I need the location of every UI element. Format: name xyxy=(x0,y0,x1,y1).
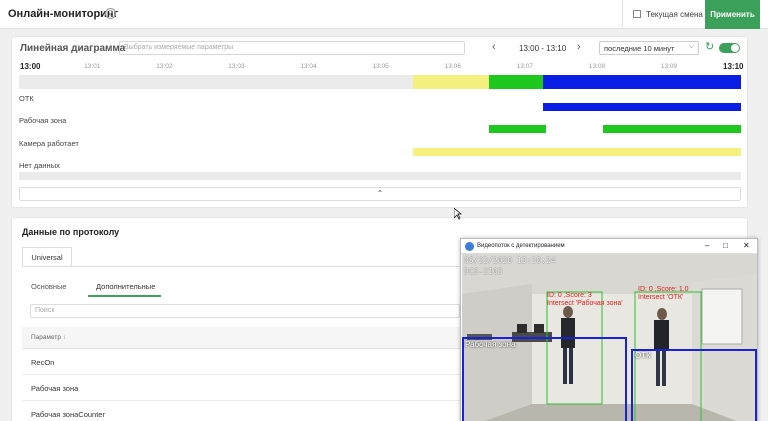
line-chart-title: Линейная диаграмма xyxy=(20,43,126,54)
summary-band xyxy=(542,75,741,89)
video-window-title: Видеопоток с детектированием xyxy=(477,243,565,249)
period-select[interactable]: последние 10 минут ⌵ xyxy=(599,41,699,55)
protocol-title: Данные по протоколу xyxy=(22,227,120,237)
help-icon[interactable]: ? xyxy=(105,8,116,19)
tick-label: 13:04 xyxy=(300,63,317,70)
tick-label: 13:09 xyxy=(660,63,678,70)
subtab-basic[interactable]: Основные xyxy=(31,282,67,291)
current-shift-button[interactable]: Текущая смена xyxy=(622,0,705,29)
detection-id-1: ID: 0 ,Score: 3 xyxy=(547,292,592,299)
next-range-icon[interactable]: › xyxy=(577,41,581,53)
tick-label: 13:05 xyxy=(372,63,389,70)
zone-label-work: Рабочая зона xyxy=(465,340,516,349)
maximize-icon[interactable]: □ xyxy=(723,241,728,250)
row-label-otk: ОТК xyxy=(19,94,34,103)
table-header: Параметр ↕ xyxy=(22,327,462,349)
tick-label: 13:03 xyxy=(228,63,245,70)
video-title-bar[interactable]: Видеопоток с детектированием – □ ✕ xyxy=(461,239,757,254)
active-subtab-indicator xyxy=(88,295,161,297)
tick-label: 13:07 xyxy=(516,63,533,70)
detection-label-2: ID: 0 ,Score: 1.0 Intersect 'ОТК' xyxy=(638,286,689,302)
summary-band xyxy=(412,75,489,89)
mouse-cursor-icon xyxy=(454,208,462,220)
tick-label: 13:01 xyxy=(84,63,101,70)
auto-refresh-toggle[interactable] xyxy=(719,43,740,53)
row-label-no-data: Нет данных xyxy=(19,161,60,170)
time-range: 13:00 - 13:10 xyxy=(519,44,567,53)
series-band xyxy=(542,103,741,111)
video-frame: 05/22/2020 13:10:24 DCS-2103 ID: 0 ,Scor… xyxy=(462,254,757,421)
line-chart-panel: Линейная диаграмма Выбрать измеряемые па… xyxy=(11,36,748,208)
tick-label: 13:00 xyxy=(20,62,41,71)
tick-label: 13:02 xyxy=(156,63,173,70)
video-timestamp: 05/22/2020 13:10:24 xyxy=(464,256,556,265)
collapse-chart-button[interactable]: ⌃ xyxy=(19,187,741,201)
calendar-icon xyxy=(633,10,641,18)
detection-intersect-1: Intersect 'Рабочая зона' xyxy=(547,300,623,307)
table-row[interactable]: RecOn xyxy=(22,349,462,375)
params-select-input[interactable]: Выбрать измеряемые параметры xyxy=(119,41,465,55)
series-band xyxy=(412,148,741,156)
column-header-parameter[interactable]: Параметр xyxy=(31,334,61,341)
summary-band xyxy=(488,75,543,89)
row-label-camera: Камера работает xyxy=(19,139,79,148)
row-label-work-zone: Рабочая зона xyxy=(19,116,67,125)
search-input[interactable]: Поиск xyxy=(30,304,460,318)
close-icon[interactable]: ✕ xyxy=(743,241,750,250)
camera-scene xyxy=(462,254,757,421)
period-value: последние 10 минут xyxy=(604,44,675,53)
tick-label: 13:08 xyxy=(588,63,606,70)
tab-universal[interactable]: Universal xyxy=(22,247,72,266)
tabs-divider xyxy=(22,266,462,267)
camera-name: DCS-2103 xyxy=(464,267,503,276)
table-row[interactable]: Рабочая зона xyxy=(22,375,462,401)
sort-icon[interactable]: ↕ xyxy=(63,335,66,341)
app-icon xyxy=(465,242,474,251)
chevron-up-icon: ⌃ xyxy=(376,189,384,198)
series-band xyxy=(488,125,547,133)
top-header: Онлайн-мониторинг ? Текущая смена Примен… xyxy=(0,0,768,29)
detection-id-2: ID: 0 ,Score: 1.0 xyxy=(638,286,689,293)
zone-label-otk: ОТК xyxy=(635,351,651,360)
toggle-knob xyxy=(731,44,739,52)
chevron-down-icon: ⌵ xyxy=(688,43,694,50)
detection-label-1: ID: 0 ,Score: 3 Intersect 'Рабочая зона' xyxy=(547,292,623,308)
current-shift-label: Текущая смена xyxy=(646,10,703,19)
prev-range-icon[interactable]: ‹ xyxy=(492,41,496,53)
video-stream-window[interactable]: Видеопоток с детектированием – □ ✕ 05/22… xyxy=(460,238,758,421)
detection-intersect-2: Intersect 'ОТК' xyxy=(638,294,684,301)
refresh-icon[interactable]: ↻ xyxy=(705,40,714,53)
tick-label: 13:06 xyxy=(444,63,461,70)
series-band xyxy=(602,125,741,133)
page-title: Онлайн-мониторинг xyxy=(8,8,119,20)
subtab-additional[interactable]: Дополнительные xyxy=(96,282,155,291)
no-data-track xyxy=(19,172,741,180)
table-row[interactable]: Рабочая зонаCounter xyxy=(22,401,462,421)
minimize-icon[interactable]: – xyxy=(705,241,709,250)
tick-label: 13:10 xyxy=(723,62,744,71)
apply-button[interactable]: Применить xyxy=(705,0,760,29)
